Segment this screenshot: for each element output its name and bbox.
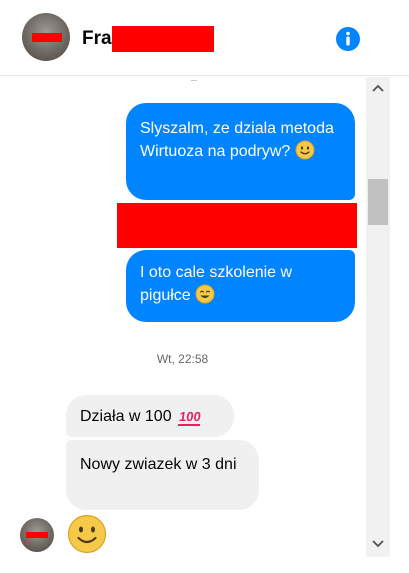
avatar-redaction bbox=[32, 33, 62, 42]
message-timestamp: Wt, 22:58 bbox=[156, 352, 209, 366]
slightly-smiling-face-large-icon[interactable] bbox=[67, 514, 107, 554]
chat-header: Fra bbox=[0, 0, 409, 76]
info-icon[interactable] bbox=[335, 26, 361, 52]
smiling-face-icon bbox=[195, 284, 215, 304]
chevron-down-icon[interactable] bbox=[366, 535, 390, 551]
contact-avatar[interactable] bbox=[22, 13, 70, 61]
scrollbar[interactable] bbox=[366, 77, 390, 557]
outgoing-message[interactable]: I oto cale szkolenie w pigułce bbox=[126, 250, 355, 322]
message-text: Nowy zwiazek w 3 dni bbox=[80, 456, 237, 473]
incoming-message[interactable]: Działa w 100 100 bbox=[66, 395, 234, 437]
hundred-points-icon: 100 bbox=[177, 409, 203, 426]
name-redaction bbox=[112, 26, 214, 52]
contact-name[interactable]: Fra bbox=[82, 28, 112, 50]
redacted-message bbox=[117, 203, 357, 248]
scroll-hint-chevron-icon bbox=[191, 77, 197, 81]
message-text: Działa w 100 bbox=[80, 408, 172, 425]
chevron-up-icon[interactable] bbox=[366, 81, 390, 97]
outgoing-message[interactable]: Slyszalm, ze dziala metoda Wirtuoza na p… bbox=[126, 103, 355, 200]
scrollbar-thumb[interactable] bbox=[368, 179, 388, 225]
avatar-redaction bbox=[26, 532, 48, 538]
message-text: I oto cale szkolenie w pigułce bbox=[140, 264, 293, 304]
message-list[interactable]: Slyszalm, ze dziala metoda Wirtuoza na p… bbox=[0, 77, 365, 573]
sender-avatar[interactable] bbox=[20, 518, 54, 552]
incoming-message[interactable]: Nowy zwiazek w 3 dni bbox=[66, 440, 259, 510]
slightly-smiling-face-icon bbox=[295, 140, 315, 160]
